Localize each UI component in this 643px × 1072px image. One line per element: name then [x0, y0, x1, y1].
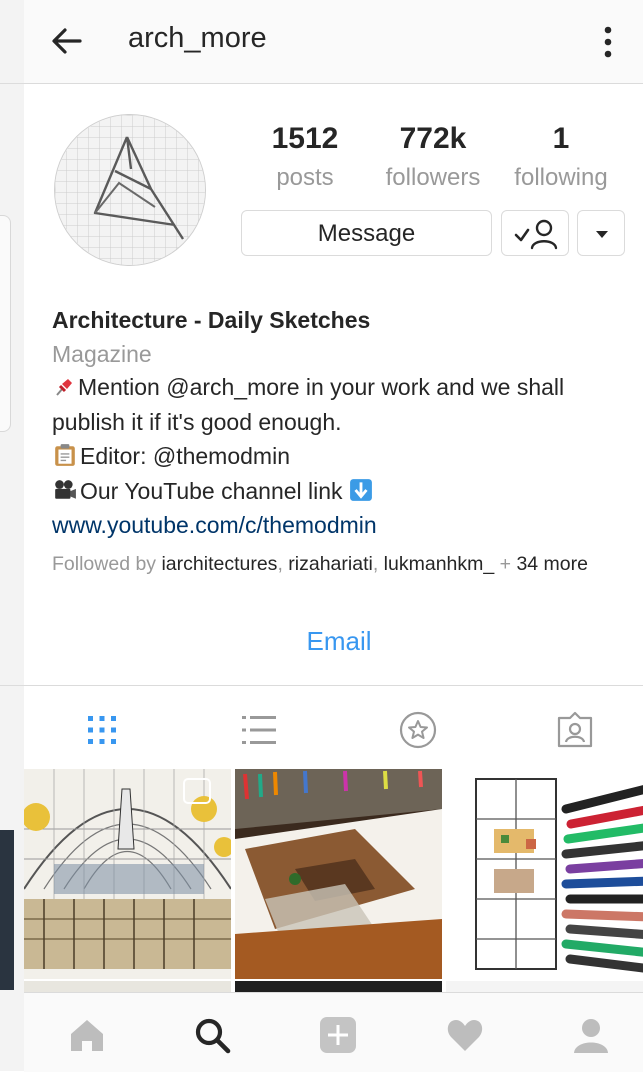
bio-line-2: publish it if it's good enough.: [52, 408, 342, 435]
followed-by-prefix: Followed by: [52, 553, 162, 575]
down-arrow-emoji-icon: [350, 478, 372, 501]
mutual-followers-more[interactable]: 34 more: [516, 553, 588, 575]
clipboard-icon: [55, 444, 75, 466]
following-status-button[interactable]: [501, 210, 569, 256]
suggestions-dropdown-button[interactable]: [577, 210, 625, 256]
mutual-follower-1[interactable]: iarchitectures: [161, 553, 277, 575]
profile-view-tabs: [24, 685, 643, 768]
post-image-interior-rendering: [235, 769, 442, 979]
profile-avatar[interactable]: [54, 114, 206, 266]
followed-by-line[interactable]: Followed by iarchitectures, rizahariati,…: [52, 544, 632, 584]
bio-website-link[interactable]: www.youtube.com/c/themodmin: [52, 508, 632, 542]
profile-category: Magazine: [52, 341, 152, 367]
list-view-icon[interactable]: [239, 710, 279, 750]
post-thumbnail-2[interactable]: [235, 769, 442, 979]
movie-camera-icon: [55, 479, 76, 499]
message-button[interactable]: Message: [241, 210, 492, 256]
pushpin-icon: [56, 379, 72, 396]
check-person-icon: [514, 219, 558, 250]
following-count: 1: [552, 122, 570, 155]
stat-following[interactable]: 1 following: [491, 120, 631, 198]
mutual-follower-2[interactable]: rizahariati: [288, 553, 373, 575]
saved-star-icon[interactable]: [398, 710, 438, 750]
profile-bio: Architecture - Daily Sketches Magazine M…: [52, 300, 632, 584]
top-bar: arch_more: [24, 0, 643, 84]
bio-line-3: Editor: @themodmin: [52, 439, 632, 474]
mutual-follower-3[interactable]: lukmanhkm_: [384, 553, 495, 575]
post-grid: [24, 769, 643, 993]
bio-line-1-text: Mention @arch_more in your work and we s…: [78, 374, 565, 400]
bottom-navigation: [24, 992, 643, 1072]
bio-line-4: Our YouTube channel link: [52, 474, 632, 509]
bio-line-4-text: Our YouTube channel link: [80, 477, 343, 504]
stat-followers[interactable]: 772k followers: [363, 120, 503, 198]
posts-count: 1512: [271, 122, 339, 155]
caret-down-icon: [596, 231, 608, 238]
post-thumbnail-3[interactable]: [446, 769, 643, 979]
profile-name: Architecture - Daily Sketches: [52, 307, 371, 333]
profile-icon[interactable]: [571, 1015, 611, 1055]
more-options-icon[interactable]: [598, 20, 618, 64]
page-title: arch_more: [128, 22, 267, 54]
grid-view-icon[interactable]: [82, 710, 122, 750]
tagged-photos-icon[interactable]: [555, 710, 595, 750]
bio-line-3-text: Editor: @themodmin: [80, 443, 290, 469]
followers-count: 772k: [399, 122, 467, 155]
add-post-icon[interactable]: [318, 1015, 358, 1055]
post-image-museum-sketch: [24, 769, 231, 979]
posts-label: posts: [276, 164, 334, 191]
following-label: following: [514, 164, 608, 191]
heart-activity-icon[interactable]: [445, 1015, 485, 1055]
followers-label: followers: [385, 164, 481, 191]
avatar-sketch-logo-icon: [55, 115, 205, 265]
post-thumbnail-1[interactable]: [24, 769, 231, 979]
search-icon[interactable]: [192, 1015, 232, 1055]
stat-posts: 1512 posts: [235, 120, 375, 198]
background-app-edge: [0, 0, 24, 1071]
email-contact-button[interactable]: Email: [24, 626, 643, 657]
post-image-floorplan-markers: [446, 769, 643, 979]
bio-line-1: Mention @arch_more in your work and we s…: [52, 370, 632, 405]
back-arrow-icon[interactable]: [50, 24, 84, 58]
home-icon[interactable]: [67, 1015, 107, 1055]
